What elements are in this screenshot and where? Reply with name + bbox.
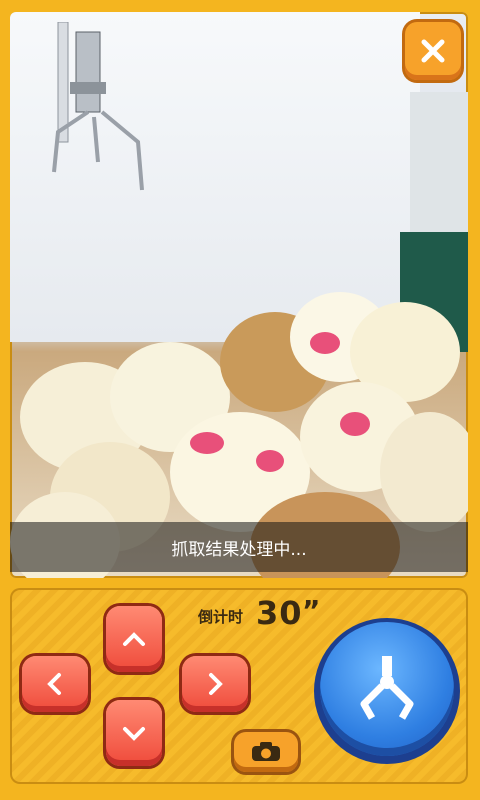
game-frame: 抓取结果处理中... 倒计时 30 ” [0,0,480,800]
timer-label: 倒计时 [198,608,244,626]
chevron-down-icon [123,727,145,741]
move-left-button[interactable] [22,656,88,712]
status-banner: 抓取结果处理中... [10,522,468,572]
move-right-button[interactable] [182,656,248,712]
chevron-right-icon [209,673,223,695]
chevron-left-icon [47,673,61,695]
close-icon [421,39,445,63]
claw-icon [360,656,414,720]
status-text: 抓取结果处理中... [171,539,307,560]
move-up-button[interactable] [106,606,162,672]
close-button[interactable] [405,22,461,80]
timer-value: 30 [256,594,303,632]
camera-icon [252,742,280,761]
claw-image [52,22,144,191]
chevron-up-icon [123,632,145,646]
camera-feed: 抓取结果处理中... [10,12,468,578]
move-down-button[interactable] [106,700,162,766]
switch-camera-button[interactable] [234,732,298,772]
grab-button[interactable] [320,622,454,756]
timer-unit: ” [302,594,321,627]
